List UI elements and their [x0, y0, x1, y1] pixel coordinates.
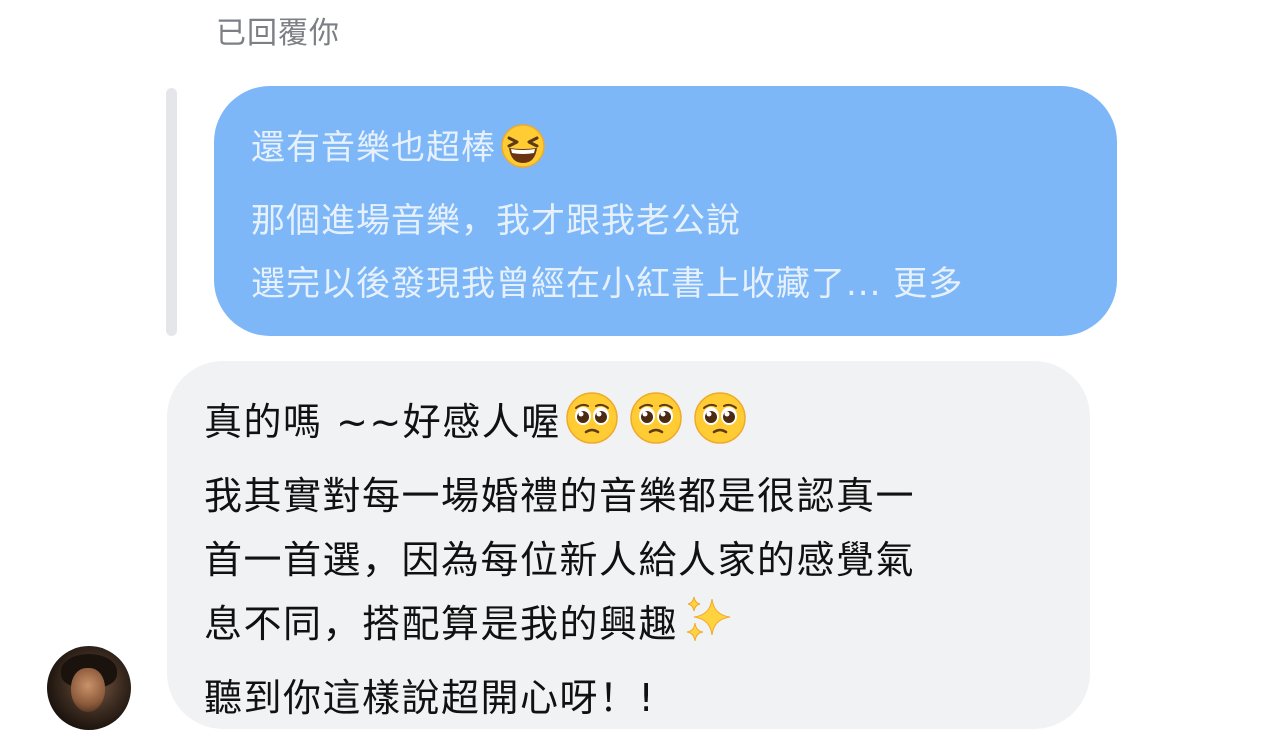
- quoted-line-2: 那個進場音樂，我才跟我老公說: [251, 201, 741, 241]
- replied-to-you-label: 已回覆你: [216, 16, 340, 51]
- quoted-line-3[interactable]: 選完以後發現我曾經在小紅書上收藏了... 更多: [251, 253, 1117, 316]
- reply-line-2: 我其實對每一場婚禮的音樂都是很認真一: [204, 474, 916, 518]
- sparkles-icon: [682, 593, 736, 666]
- avatar-face: [71, 668, 105, 712]
- reply-line-1-text: 真的嗎 ~~好感人喔: [204, 400, 561, 444]
- reply-line-4: 息不同，搭配算是我的興趣: [204, 592, 1090, 666]
- pleading-face-icon: [565, 391, 619, 464]
- reply-line-3: 首一首選，因為每位新人給人家的感覺氣: [204, 538, 916, 582]
- pleading-face-icon: [693, 391, 747, 464]
- reply-line-5: 聽到你這樣說超開心呀！!: [204, 676, 656, 720]
- reply-line-4-text: 息不同，搭配算是我的興趣: [204, 602, 679, 646]
- quoted-message-bubble[interactable]: 還有音樂也超棒 那個進場音樂，我才跟我老公說 選完以後發現我曾經在小紅書上收藏了…: [214, 86, 1117, 336]
- reply-message-bubble[interactable]: 真的嗎 ~~好感人喔 我其實對每一場婚禮的音樂都是很認真一 首一首選，因為每位新…: [167, 361, 1090, 729]
- pleading-face-icon: [629, 391, 683, 464]
- quoted-line-1-text: 還有音樂也超棒: [251, 128, 496, 168]
- quoted-line-1: 還有音樂也超棒: [251, 117, 1117, 190]
- avatar[interactable]: [47, 646, 131, 730]
- reply-line-1: 真的嗎 ~~好感人喔: [204, 390, 1090, 464]
- quote-indicator-bar: [166, 88, 177, 336]
- grinning-squinting-face-icon: [500, 123, 546, 190]
